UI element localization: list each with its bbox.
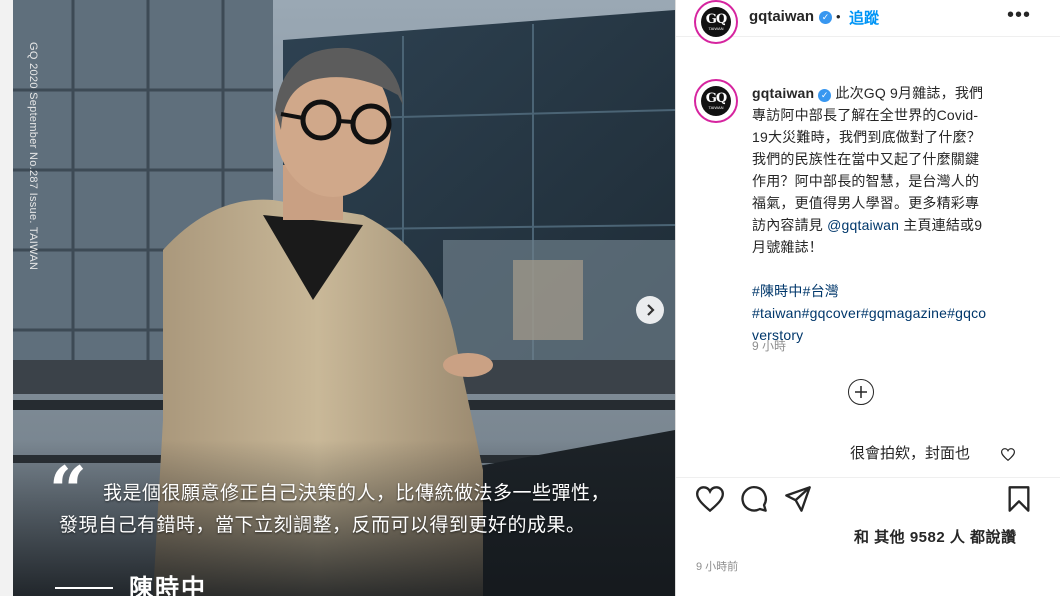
quote-text: 我是個很願意修正自己決策的人，比傳統做法多一些彈性， 發現自己有錯時，當下立刻調… bbox=[59, 478, 675, 542]
share-plane-icon[interactable] bbox=[784, 485, 812, 513]
caption-text-7b: 主頁連結或9 bbox=[899, 217, 983, 233]
quote-signature: 陳時中 bbox=[129, 575, 207, 596]
load-more-comments-button[interactable] bbox=[848, 379, 874, 405]
comment-bubble-icon[interactable] bbox=[740, 485, 768, 513]
next-photo-button[interactable] bbox=[636, 296, 664, 324]
caption-text-7a: 訪內容請見 bbox=[752, 217, 828, 233]
chevron-right-icon bbox=[647, 304, 655, 316]
caption-verified-icon: ✓ bbox=[818, 89, 832, 102]
magazine-issue-caption: GQ 2020 September No.287 Issue. TAIWAN bbox=[27, 42, 47, 312]
comments-section: GQ TAIWAN gqtaiwan ✓ 此次GQ 9月雜誌，我們 專訪阿中部長了… bbox=[676, 36, 1060, 476]
caption-text-7: 訪內容請見 @gqtaiwan 主頁連結或9 bbox=[752, 214, 1018, 236]
avatar-logo-sub: TAIWAN bbox=[708, 25, 724, 31]
plus-icon bbox=[855, 386, 867, 398]
quote-line-1: 我是個很願意修正自己決策的人，比傳統做法多一些彈性， bbox=[103, 483, 611, 504]
post-header: GQ TAIWAN gqtaiwan ✓ • 追蹤 ••• bbox=[676, 0, 1060, 42]
like-heart-icon[interactable] bbox=[696, 486, 724, 512]
comment-like-heart-icon[interactable] bbox=[1001, 448, 1015, 461]
mention-link[interactable]: @gqtaiwan bbox=[827, 217, 899, 233]
caption-avatar-sub: TAIWAN bbox=[708, 104, 724, 110]
avatar-logo-text: GQ bbox=[705, 11, 727, 27]
left-margin bbox=[0, 0, 13, 596]
caption-text-3: 19大災難時，我們到底做對了什麼？ bbox=[752, 129, 981, 145]
caption-username[interactable]: gqtaiwan bbox=[752, 85, 814, 101]
quote-line-2: 發現自己有錯時，當下立刻調整，反而可以得到更好的成果。 bbox=[59, 515, 586, 536]
more-options-icon[interactable]: ••• bbox=[1007, 4, 1031, 27]
likes-count[interactable]: 和 其他 9582 人 都說讚 bbox=[854, 526, 1017, 547]
signature-divider bbox=[55, 587, 113, 589]
caption-text-5: 作用？阿中部長的智慧，是台灣人的 bbox=[752, 173, 980, 189]
follow-button[interactable]: 追蹤 bbox=[849, 7, 879, 28]
issue-text: GQ 2020 September No.287 Issue. TAIWAN bbox=[27, 42, 39, 271]
caption-text-2: 專訪阿中部長了解在全世界的Covid- bbox=[752, 107, 979, 123]
hashtag-link[interactable]: #taiwan#gqcover#gqmagazine#gqco bbox=[752, 302, 1018, 324]
post-date: 9 小時前 bbox=[696, 561, 739, 573]
verified-badge-icon: ✓ bbox=[819, 11, 832, 24]
post-caption: gqtaiwan ✓ 此次GQ 9月雜誌，我們 專訪阿中部長了解在全世界的Covi… bbox=[752, 82, 1018, 346]
post-photo[interactable]: GQ 2020 September No.287 Issue. TAIWAN “… bbox=[13, 0, 675, 596]
caption-text-6: 福氣，更值得男人學習。更多精彩專 bbox=[752, 195, 980, 211]
post-side-panel: GQ TAIWAN gqtaiwan ✓ • 追蹤 ••• GQ TAIWAN … bbox=[675, 0, 1060, 596]
header-username[interactable]: gqtaiwan bbox=[749, 8, 814, 25]
caption-avatar[interactable]: GQ TAIWAN bbox=[696, 81, 736, 121]
post-actions: 和 其他 9582 人 都說讚 9 小時前 bbox=[676, 477, 1060, 597]
caption-text-4: 我們的民族性在當中又起了什麼關鍵 bbox=[752, 151, 980, 167]
caption-text-8: 月號雜誌！ bbox=[752, 239, 823, 255]
caption-text-1: 此次GQ 9月雜誌，我們 bbox=[831, 85, 984, 101]
hashtag-link[interactable]: verstory bbox=[752, 324, 1018, 346]
caption-avatar-logo: GQ bbox=[705, 90, 727, 106]
hashtag-link[interactable]: #陳時中#台灣 bbox=[752, 280, 1018, 302]
caption-line-1: gqtaiwan ✓ 此次GQ 9月雜誌，我們 bbox=[752, 82, 1018, 104]
comment-text: 很會拍欸，封面也 bbox=[850, 445, 971, 462]
bookmark-icon[interactable] bbox=[1006, 485, 1032, 513]
caption-timestamp: 9 小時 bbox=[752, 339, 787, 353]
separator-dot: • bbox=[836, 9, 841, 24]
